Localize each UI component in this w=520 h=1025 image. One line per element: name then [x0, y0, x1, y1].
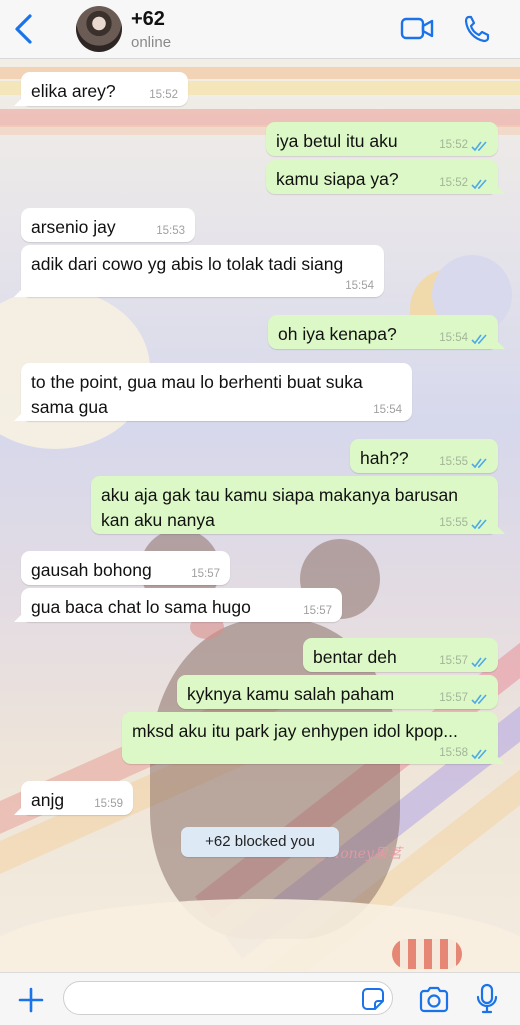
attach-button[interactable]	[17, 986, 45, 1014]
plus-icon	[18, 987, 44, 1013]
video-call-button[interactable]	[400, 16, 434, 42]
message-time: 15:52	[439, 177, 468, 189]
message-incoming[interactable]: adik dari cowo yg abis lo tolak tadi sia…	[21, 245, 384, 297]
contact-status: online	[131, 34, 172, 51]
message-input[interactable]	[63, 981, 393, 1015]
video-camera-icon	[400, 17, 434, 40]
microphone-button[interactable]	[476, 983, 498, 1015]
message-time: 15:57	[439, 692, 468, 704]
camera-icon	[419, 986, 449, 1013]
microphone-icon	[476, 983, 498, 1014]
back-button[interactable]	[10, 12, 38, 46]
message-outgoing[interactable]: kamu siapa ya? 15:52	[266, 160, 498, 194]
message-time: 15:54	[439, 332, 468, 344]
chat-header: +62 online	[0, 0, 520, 59]
contact-name[interactable]: +62	[131, 8, 165, 31]
message-outgoing[interactable]: hah?? 15:55	[350, 439, 498, 473]
read-ticks-icon	[471, 458, 487, 469]
message-outgoing[interactable]: bentar deh 15:57	[303, 638, 498, 672]
message-outgoing[interactable]: iya betul itu aku 15:52	[266, 122, 498, 156]
message-time: 15:57	[303, 605, 332, 617]
contact-avatar[interactable]	[76, 6, 122, 52]
message-incoming[interactable]: gausah bohong 15:57	[21, 551, 230, 585]
read-ticks-icon	[471, 141, 487, 152]
message-incoming[interactable]: arsenio jay 15:53	[21, 208, 195, 242]
read-ticks-icon	[471, 179, 487, 190]
message-outgoing[interactable]: aku aja gak tau kamu siapa makanya barus…	[91, 476, 498, 534]
message-time: 15:58	[439, 747, 468, 759]
sticker-button[interactable]	[361, 987, 385, 1011]
message-time: 15:52	[149, 89, 178, 101]
message-time: 15:52	[439, 139, 468, 151]
read-ticks-icon	[471, 694, 487, 705]
message-outgoing[interactable]: kyknya kamu salah paham 15:57	[177, 675, 498, 709]
message-outgoing[interactable]: mksd aku itu park jay enhypen idol kpop.…	[122, 712, 498, 764]
message-time: 15:55	[439, 456, 468, 468]
message-time: 15:54	[373, 404, 402, 416]
message-incoming[interactable]: to the point, gua mau lo berhenti buat s…	[21, 363, 412, 421]
message-time: 15:57	[439, 655, 468, 667]
message-input-bar	[0, 972, 520, 1025]
blocked-notice: +62 blocked you	[181, 827, 339, 857]
read-ticks-icon	[471, 657, 487, 668]
message-incoming[interactable]: anjg 15:59	[21, 781, 133, 815]
camera-button[interactable]	[418, 986, 450, 1014]
phone-icon	[464, 15, 490, 43]
message-time: 15:53	[156, 225, 185, 237]
message-time: 15:54	[345, 280, 374, 292]
message-incoming[interactable]: gua baca chat lo sama hugo 15:57	[21, 588, 342, 622]
read-ticks-icon	[471, 749, 487, 760]
read-ticks-icon	[471, 519, 487, 530]
chevron-left-icon	[15, 14, 32, 44]
message-outgoing[interactable]: oh iya kenapa? 15:54	[268, 315, 498, 349]
message-time: 15:55	[439, 517, 468, 529]
sticker-icon	[362, 988, 384, 1010]
message-time: 15:59	[94, 798, 123, 810]
read-ticks-icon	[471, 334, 487, 345]
message-incoming[interactable]: elika arey? 15:52	[21, 72, 188, 106]
voice-call-button[interactable]	[463, 14, 491, 44]
message-time: 15:57	[191, 568, 220, 580]
